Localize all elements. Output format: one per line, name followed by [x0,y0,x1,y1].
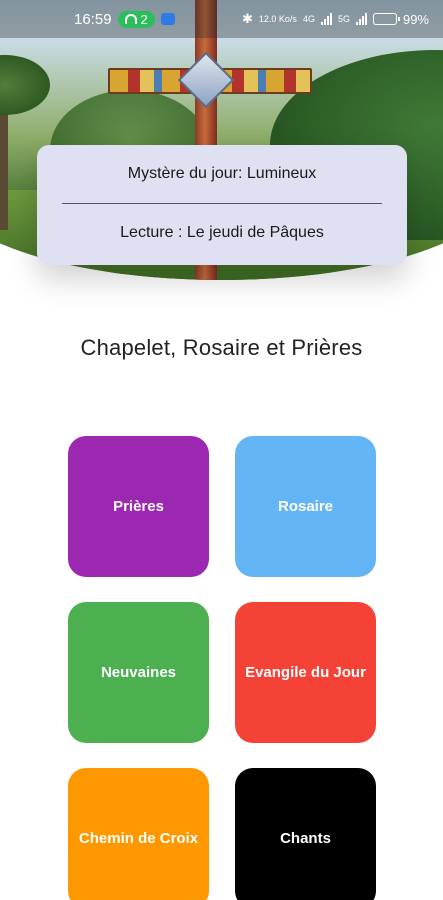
tile-label: Prières [113,498,164,515]
bluetooth-icon: ✱ [242,11,253,26]
tile-neuvaines[interactable]: Neuvaines [68,602,209,743]
tile-prieres[interactable]: Prières [68,436,209,577]
menu-grid: Prières Rosaire Neuvaines Evangile du Jo… [68,436,376,900]
network-type-4g: 4G [302,14,315,24]
tile-label: Chemin de Croix [78,830,199,847]
page-title: Chapelet, Rosaire et Prières [80,335,363,360]
tile-label: Rosaire [277,498,334,515]
hotspot-count: 2 [140,11,148,27]
status-bar: 16:59 2 ✱ 12.0 Ko/s 4G 5G 99% [0,0,443,38]
battery-icon [372,13,400,25]
status-right-group: ✱ 12.0 Ko/s 4G 5G 99% [242,11,429,27]
tile-label: Neuvaines [100,664,177,681]
network-type-5g: 5G [337,14,350,24]
mystery-of-day: Mystère du jour: Lumineux [127,165,317,182]
network-speed: 12.0 Ko/s [258,13,297,24]
status-time: 16:59 [74,10,112,28]
hotspot-badge: 2 [117,10,155,28]
daily-reading: Lecture : Le jeudi de Pâques [120,224,324,241]
tile-rosaire[interactable]: Rosaire [235,436,376,577]
tile-chants[interactable]: Chants [235,768,376,900]
wifi-icon [124,14,137,24]
cloud-notification-icon [160,13,175,25]
tile-label: Chants [280,830,331,847]
signal-icon [320,13,332,25]
cross-center-ornament [177,51,235,109]
daily-info-card[interactable]: Mystère du jour: Lumineux Lecture : Le j… [37,145,407,265]
tile-chemin-de-croix[interactable]: Chemin de Croix [68,768,209,900]
tile-evangile-du-jour[interactable]: Evangile du Jour [235,602,376,743]
palm-leaves [0,55,50,115]
battery-label: 99% [402,11,429,27]
tile-label: Evangile du Jour [245,664,366,681]
signal-icon-2 [355,13,367,25]
